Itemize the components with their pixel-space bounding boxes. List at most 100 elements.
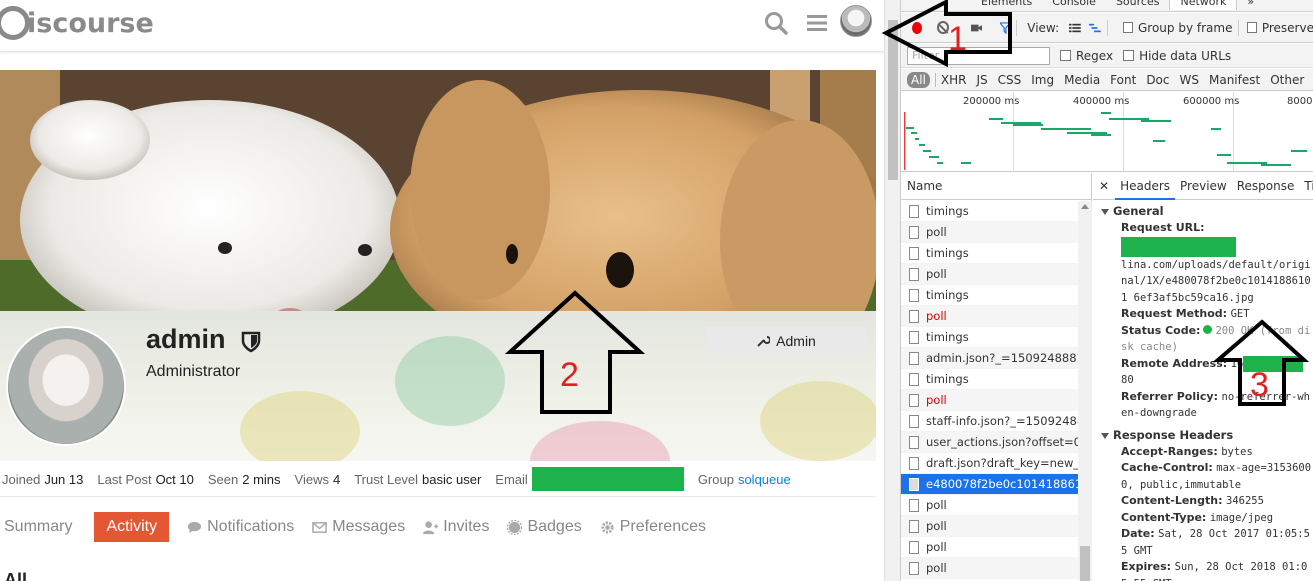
content-type-row: Content-Type: image/jpeg [1121,510,1313,527]
search-icon[interactable] [763,10,789,36]
type-manifest[interactable]: Manifest [1209,73,1260,87]
request-row[interactable]: poll [901,558,1078,579]
cache-control-row: Cache-Control: max-age=31536000, public,… [1121,460,1313,493]
image-file-icon [909,477,919,491]
request-row[interactable]: e480078f2be0c10141886101 [901,474,1078,495]
capture-screenshots-icon[interactable] [970,22,983,34]
request-row[interactable]: poll [901,222,1078,243]
request-row[interactable]: poll [901,390,1078,411]
tab-invites-label: Invites [443,518,490,535]
hide-data-urls-checkbox[interactable] [1123,50,1135,61]
regex-checkbox[interactable] [1060,50,1071,61]
large-rows-icon[interactable] [1069,22,1081,34]
response-headers-title: Response Headers [1113,427,1234,442]
request-list-scrollbar-thumb[interactable] [1080,546,1090,581]
type-xhr[interactable]: XHR [941,73,967,87]
site-logo[interactable]: iscourse [0,3,154,43]
admin-button[interactable]: Admin [706,327,866,354]
request-row[interactable]: admin.json?_=15092488813 [901,348,1078,369]
group-label: Group [697,471,734,487]
tab-network[interactable]: Network [1169,0,1238,10]
clear-icon[interactable] [937,21,949,34]
user-avatar-large[interactable] [6,326,126,446]
devtools-inspect-area[interactable] [901,0,971,10]
toolbar-separator [1106,19,1108,36]
close-details-icon[interactable]: ✕ [1099,179,1109,193]
type-all[interactable]: All [907,71,930,88]
type-ws[interactable]: WS [1180,73,1199,87]
request-row[interactable]: poll [901,516,1078,537]
waterfall-overview-icon[interactable] [1088,22,1101,34]
tab-activity[interactable]: Activity [94,512,170,542]
request-row[interactable]: timings [901,327,1078,348]
tab-response[interactable]: Response [1232,173,1300,200]
network-overview-timeline[interactable]: 200000 ms 400000 ms 600000 ms 8000 [901,92,1313,172]
response-headers-section-toggle[interactable]: Response Headers [1101,428,1313,442]
tab-summary[interactable]: Summary [0,512,86,542]
remote-address-row: Remote Address: 16 [1121,355,1313,373]
views-value: 4 [332,471,341,487]
request-name: admin.json?_=15092488813 [926,351,1078,365]
user-title: Administrator [146,363,241,380]
tab-headers[interactable]: Headers [1115,173,1176,200]
request-name: poll [926,309,947,323]
name-column-header[interactable]: Name [901,173,1091,200]
request-name: timings [926,246,969,260]
type-css[interactable]: CSS [998,73,1022,87]
tab-invites[interactable]: Invites [419,512,503,542]
accept-ranges-label: Accept-Ranges: [1121,444,1218,458]
type-other[interactable]: Other [1270,73,1304,87]
group-link[interactable]: solqueue [738,472,791,487]
record-icon[interactable] [912,21,923,34]
request-row[interactable]: draft.json?draft_key=new_pr [901,453,1078,474]
type-media[interactable]: Media [1064,73,1100,87]
more-tabs-chevron-icon[interactable]: » [1237,0,1264,10]
hamburger-menu-icon[interactable] [804,10,830,36]
filter-funnel-icon[interactable] [1000,21,1011,34]
date-row: Date: Sat, 28 Oct 2017 01:05:55 GMT [1121,526,1313,559]
type-js[interactable]: JS [976,73,987,87]
filter-input[interactable]: Filter [907,46,1050,65]
scroll-up-arrow-icon[interactable] [1081,204,1089,209]
hide-data-urls-label: Hide data URLs [1139,48,1232,63]
request-row[interactable]: staff-info.json?_=150924888 [901,411,1078,432]
request-row[interactable]: poll [901,495,1078,516]
type-img[interactable]: Img [1031,73,1054,87]
tab-preferences[interactable]: Preferences [596,512,720,542]
tab-timing[interactable]: Timin [1299,173,1313,200]
request-row[interactable]: poll [901,264,1078,285]
tab-badges-label: Badges [527,518,582,535]
request-row[interactable]: timings [901,201,1078,222]
request-row[interactable]: poll [901,537,1078,558]
request-row[interactable]: timings [901,369,1078,390]
tab-preview[interactable]: Preview [1175,173,1232,200]
request-row[interactable]: user_actions.json?offset=0& [901,432,1078,453]
type-doc[interactable]: Doc [1146,73,1169,87]
tab-elements[interactable]: Elements [971,0,1042,10]
tab-messages[interactable]: Messages [308,512,419,542]
overview-waterfall [904,112,1307,170]
request-row[interactable]: timings [901,285,1078,306]
tab-console[interactable]: Console [1042,0,1106,10]
request-list-pane: Name timings poll timings poll timings poll ti… [901,173,1092,581]
request-row[interactable]: timings [901,243,1078,264]
type-font[interactable]: Font [1110,73,1136,87]
group-by-frame-checkbox[interactable] [1123,22,1133,33]
page-scrollbar[interactable] [884,0,900,581]
preserve-log-checkbox[interactable] [1247,22,1257,33]
tab-notifications[interactable]: Notifications [183,512,308,542]
request-name: timings [926,288,969,302]
tab-sources[interactable]: Sources [1106,0,1170,10]
remote-address-label: Remote Address: [1121,356,1228,370]
current-user-avatar[interactable] [840,5,872,37]
views-label: Views [294,471,329,487]
request-row[interactable]: poll [901,306,1078,327]
accept-ranges-value: bytes [1221,445,1253,458]
tab-badges[interactable]: Badges [503,512,595,542]
page-scrollbar-thumb[interactable] [888,20,898,180]
general-section-toggle[interactable]: General [1101,204,1313,218]
request-list-scrollbar[interactable] [1078,201,1092,581]
email-redaction [531,467,684,491]
file-icon [909,414,919,428]
request-name: timings [926,204,969,218]
